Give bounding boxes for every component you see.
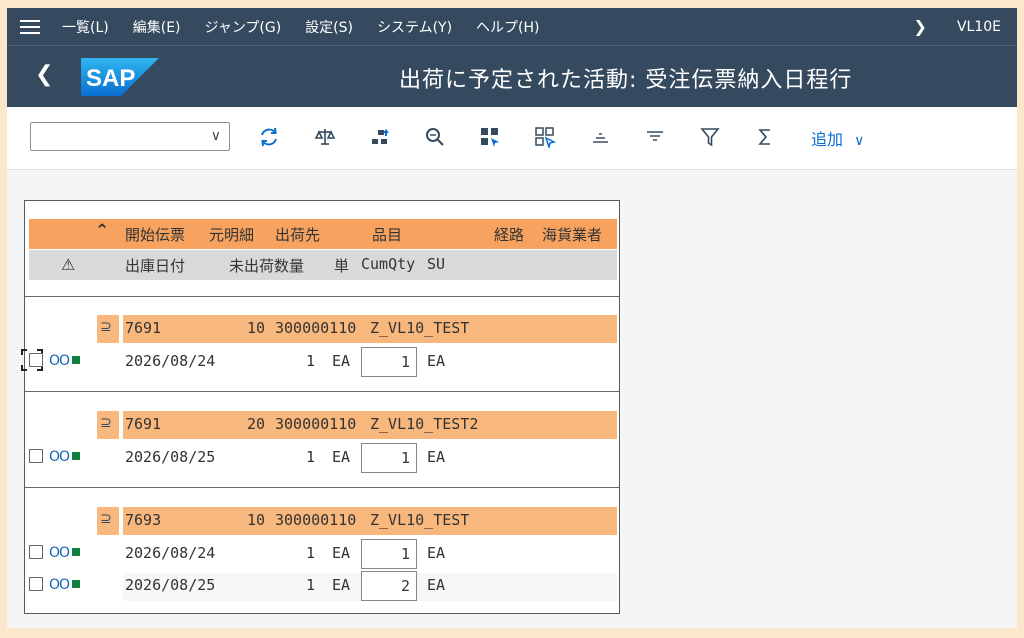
unit: EA [332, 352, 351, 370]
open-quantity: 1 [306, 448, 316, 466]
menu-list[interactable]: 一覧(L) [62, 17, 109, 37]
status-lights-icon: OO [49, 577, 81, 593]
balance-icon[interactable] [313, 125, 337, 149]
page-title: 出荷に予定された活動: 受注伝票納入日程行 [399, 68, 853, 93]
goods-issue-date: 2026/08/24 [125, 544, 216, 562]
cumqty-input[interactable]: 2 [361, 571, 417, 601]
row-checkbox[interactable] [29, 577, 43, 591]
cumqty-input[interactable]: 1 [361, 347, 417, 377]
row-checkbox[interactable] [29, 353, 43, 367]
col-header-unit[interactable]: 単 [334, 255, 349, 276]
sap-window: 一覧(L) 編集(E) ジャンプ(G) 設定(S) システム(Y) ヘルプ(H)… [7, 8, 1017, 628]
folder-icon[interactable]: ⊇ [97, 315, 119, 343]
col-header-item[interactable]: 元明細 [209, 224, 254, 245]
row-checkbox[interactable] [29, 545, 43, 559]
row-checkbox[interactable] [29, 449, 43, 463]
unit: EA [332, 544, 351, 562]
goods-issue-date: 2026/08/24 [125, 352, 216, 370]
back-arrow-icon[interactable]: ❮ [35, 62, 53, 87]
refresh-icon[interactable] [257, 125, 281, 149]
document-number: 7693 [125, 511, 162, 529]
col-header-route[interactable]: 経路 [494, 224, 524, 245]
add-button[interactable]: 追加 ∨ [811, 126, 864, 150]
menu-bar: 一覧(L) 編集(E) ジャンプ(G) 設定(S) システム(Y) ヘルプ(H)… [7, 8, 1017, 45]
group-separator [25, 296, 619, 297]
toolbar: ∨ 追加 ∨ [7, 107, 1017, 170]
hamburger-menu-icon[interactable] [20, 19, 40, 34]
sales-unit: EA [427, 352, 446, 370]
status-lights-icon: OO [49, 449, 81, 465]
col-header-open-qty[interactable]: 未出荷数量 [229, 255, 304, 276]
open-quantity: 1 [306, 544, 316, 562]
folder-icon[interactable]: ⊇ [97, 411, 119, 439]
unit: EA [332, 576, 351, 594]
sort-ascending-icon[interactable] [588, 125, 612, 149]
item-number: 10 [247, 319, 266, 337]
menu-goto[interactable]: ジャンプ(G) [205, 17, 282, 37]
sales-unit: EA [427, 544, 446, 562]
col-header-document[interactable]: 開始伝票 [125, 224, 185, 245]
sort-descending-icon[interactable] [643, 125, 667, 149]
alv-grid: ⌃ 開始伝票 元明細 出荷先 品目 経路 海貨業者 ⚠ 出庫日付 未出荷数量 単… [21, 200, 620, 614]
group-separator [25, 487, 619, 488]
sap-logo: SAP [81, 58, 159, 96]
col-header-date[interactable]: 出庫日付 [125, 255, 185, 276]
add-button-label: 追加 [811, 130, 844, 149]
sap-logo-text: SAP [86, 65, 135, 92]
goods-issue-date: 2026/08/25 [125, 448, 216, 466]
status-lights-icon: OO [49, 545, 81, 561]
sales-unit: EA [427, 576, 446, 594]
col-header-shipto[interactable]: 出荷先 [275, 224, 320, 245]
material: Z_VL10_TEST [370, 511, 470, 529]
sales-unit: EA [427, 448, 446, 466]
collapse-all-icon[interactable]: ⌃ [95, 221, 109, 241]
menu-settings[interactable]: 設定(S) [305, 17, 353, 37]
menu-help[interactable]: ヘルプ(H) [476, 17, 539, 37]
shipto-party: 300000110 [275, 415, 357, 433]
chevron-down-icon: ∨ [854, 133, 865, 149]
item-number: 20 [247, 415, 266, 433]
item-number: 10 [247, 511, 266, 529]
unit: EA [332, 448, 351, 466]
lights-glyph: OO [49, 545, 70, 561]
col-header-forwarder[interactable]: 海貨業者 [542, 224, 602, 245]
header-row-1 [29, 219, 617, 249]
open-quantity: 1 [306, 352, 316, 370]
cumqty-input[interactable]: 1 [361, 443, 417, 473]
col-header-cumqty[interactable]: CumQty [361, 255, 415, 273]
goods-issue-date: 2026/08/25 [125, 576, 216, 594]
lights-glyph: OO [49, 449, 70, 465]
menu-edit[interactable]: 編集(E) [133, 17, 181, 37]
col-header-material[interactable]: 品目 [372, 224, 402, 245]
select-all-icon[interactable] [478, 125, 502, 149]
header-row-2 [29, 250, 617, 280]
transaction-code: VL10E [956, 18, 1001, 35]
group-separator [25, 391, 619, 392]
lights-glyph: OO [49, 353, 70, 369]
zoom-icon[interactable] [423, 125, 447, 149]
open-quantity: 1 [306, 576, 316, 594]
col-header-su[interactable]: SU [427, 255, 445, 273]
material: Z_VL10_TEST [370, 319, 470, 337]
hierarchy-icon[interactable] [368, 125, 392, 149]
layout-select[interactable]: ∨ [30, 122, 230, 151]
menu-system[interactable]: システム(Y) [377, 17, 452, 37]
folder-icon[interactable]: ⊇ [97, 507, 119, 535]
sum-icon[interactable] [753, 125, 777, 149]
shipto-party: 300000110 [275, 511, 357, 529]
document-number: 7691 [125, 319, 162, 337]
shipto-party: 300000110 [275, 319, 357, 337]
title-bar: ❮ SAP 出荷に予定された活動: 受注伝票納入日程行 [7, 45, 1017, 108]
deselect-all-icon[interactable] [533, 125, 557, 149]
filter-icon[interactable] [698, 125, 722, 149]
warning-icon[interactable]: ⚠ [61, 255, 75, 274]
material: Z_VL10_TEST2 [370, 415, 479, 433]
chevron-down-icon[interactable]: ∨ [211, 128, 221, 144]
document-number: 7691 [125, 415, 162, 433]
status-lights-icon: OO [49, 353, 81, 369]
chevron-right-icon[interactable]: ❯ [914, 17, 927, 36]
lights-glyph: OO [49, 577, 70, 593]
cumqty-input[interactable]: 1 [361, 539, 417, 569]
